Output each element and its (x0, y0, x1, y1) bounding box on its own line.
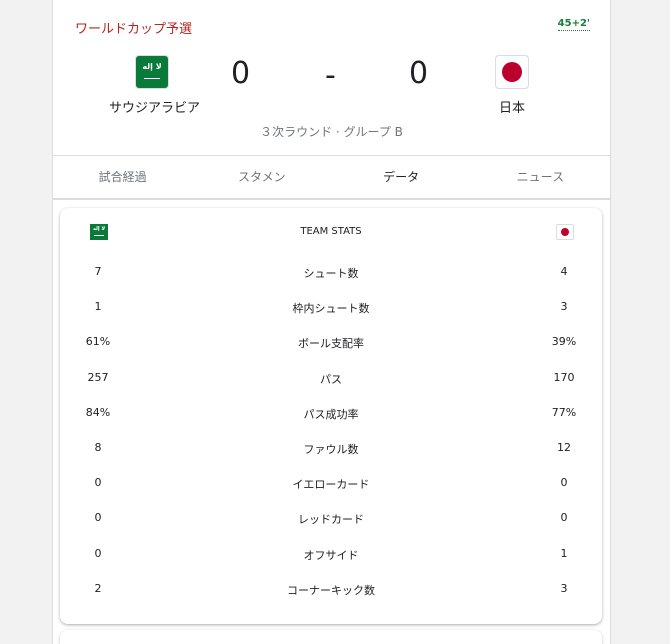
match-card: ワールドカップ予選 45+2' لا إله サウジアラビア 0 - 0 日本 … (52, 0, 611, 644)
flag-disc (502, 62, 522, 82)
home-value: 0 (94, 546, 102, 560)
stat-row: 84% パス成功率 77% (60, 395, 602, 430)
home-value: 0 (94, 476, 102, 490)
stat-row: 2 コーナーキック数 3 (60, 571, 602, 606)
next-card (60, 630, 602, 644)
team-stats-header: لا إله TEAM STATS (60, 208, 602, 258)
stat-label: レッドカード (298, 513, 364, 527)
home-value: 61% (85, 335, 111, 349)
stat-row: 257 パス 170 (60, 360, 602, 395)
away-value: 77% (551, 405, 577, 419)
home-value: 2 (94, 581, 102, 595)
away-score: 0 (409, 56, 429, 91)
live-match-minute: 45+2' (557, 18, 590, 31)
stat-label: パス成功率 (303, 407, 359, 421)
away-value: 39% (551, 335, 577, 349)
away-value: 170 (553, 370, 575, 384)
tab-news[interactable]: ニュース (471, 156, 610, 198)
stat-label: パス (320, 372, 342, 386)
flag-sword (144, 78, 160, 79)
home-value: 7 (94, 265, 102, 278)
stat-label: コーナーキック数 (287, 583, 375, 597)
stat-label: ファウル数 (303, 443, 359, 456)
away-value: 4 (560, 265, 568, 278)
away-value: 3 (560, 300, 568, 314)
home-score: 0 (231, 56, 251, 91)
home-value: 257 (87, 370, 109, 384)
tab-match-events[interactable]: 試合経過 (53, 156, 192, 198)
round-info: ３次ラウンド · グループ B (260, 125, 403, 139)
stat-label: イエローカード (292, 478, 370, 492)
stat-label: 枠内シュート数 (292, 302, 370, 316)
away-value: 1 (560, 546, 568, 560)
home-team-name[interactable]: サウジアラビア (109, 97, 200, 116)
tab-lineups[interactable]: スタメン (192, 156, 331, 198)
away-value: 12 (557, 441, 571, 454)
stat-row: 1 枠内シュート数 3 (60, 289, 602, 324)
japan-flag-icon[interactable] (495, 55, 529, 89)
competition-link[interactable]: ワールドカップ予選 (75, 18, 192, 37)
match-tabs: 試合経過 スタメン データ ニュース (53, 155, 610, 200)
home-value: 1 (94, 300, 102, 314)
away-value: 3 (560, 581, 568, 595)
flag-disc (561, 228, 569, 236)
flag-script: لا إله (142, 62, 162, 71)
stat-label: オフサイド (303, 548, 359, 562)
home-value: 84% (85, 405, 111, 419)
away-team-name[interactable]: 日本 (499, 97, 525, 116)
saudi-arabia-flag-icon[interactable]: لا إله (135, 55, 169, 89)
score-separator: - (325, 58, 336, 93)
team-stats-panel: لا إله TEAM STATS 7 シュート数 4 1 枠内シュート数 3 61% ボール… (60, 208, 602, 624)
stat-row: 0 イエローカード 0 (60, 465, 602, 500)
away-value: 0 (560, 476, 568, 490)
stat-row: 61% ボール支配率 39% (60, 324, 602, 359)
stat-row: 8 ファウル数 12 (60, 430, 602, 465)
tab-stats[interactable]: データ (332, 156, 471, 198)
stat-row: 0 オフサイド 1 (60, 536, 602, 571)
stat-row: 0 レッドカード 0 (60, 500, 602, 535)
home-value: 8 (94, 441, 102, 454)
stat-row: 7 シュート数 4 (60, 254, 602, 289)
stat-label: ボール支配率 (298, 337, 364, 351)
stat-label: シュート数 (303, 267, 359, 280)
japan-small-flag-icon (556, 224, 574, 240)
away-value: 0 (560, 511, 568, 525)
team-stats-title: TEAM STATS (300, 226, 362, 237)
home-value: 0 (94, 511, 102, 525)
